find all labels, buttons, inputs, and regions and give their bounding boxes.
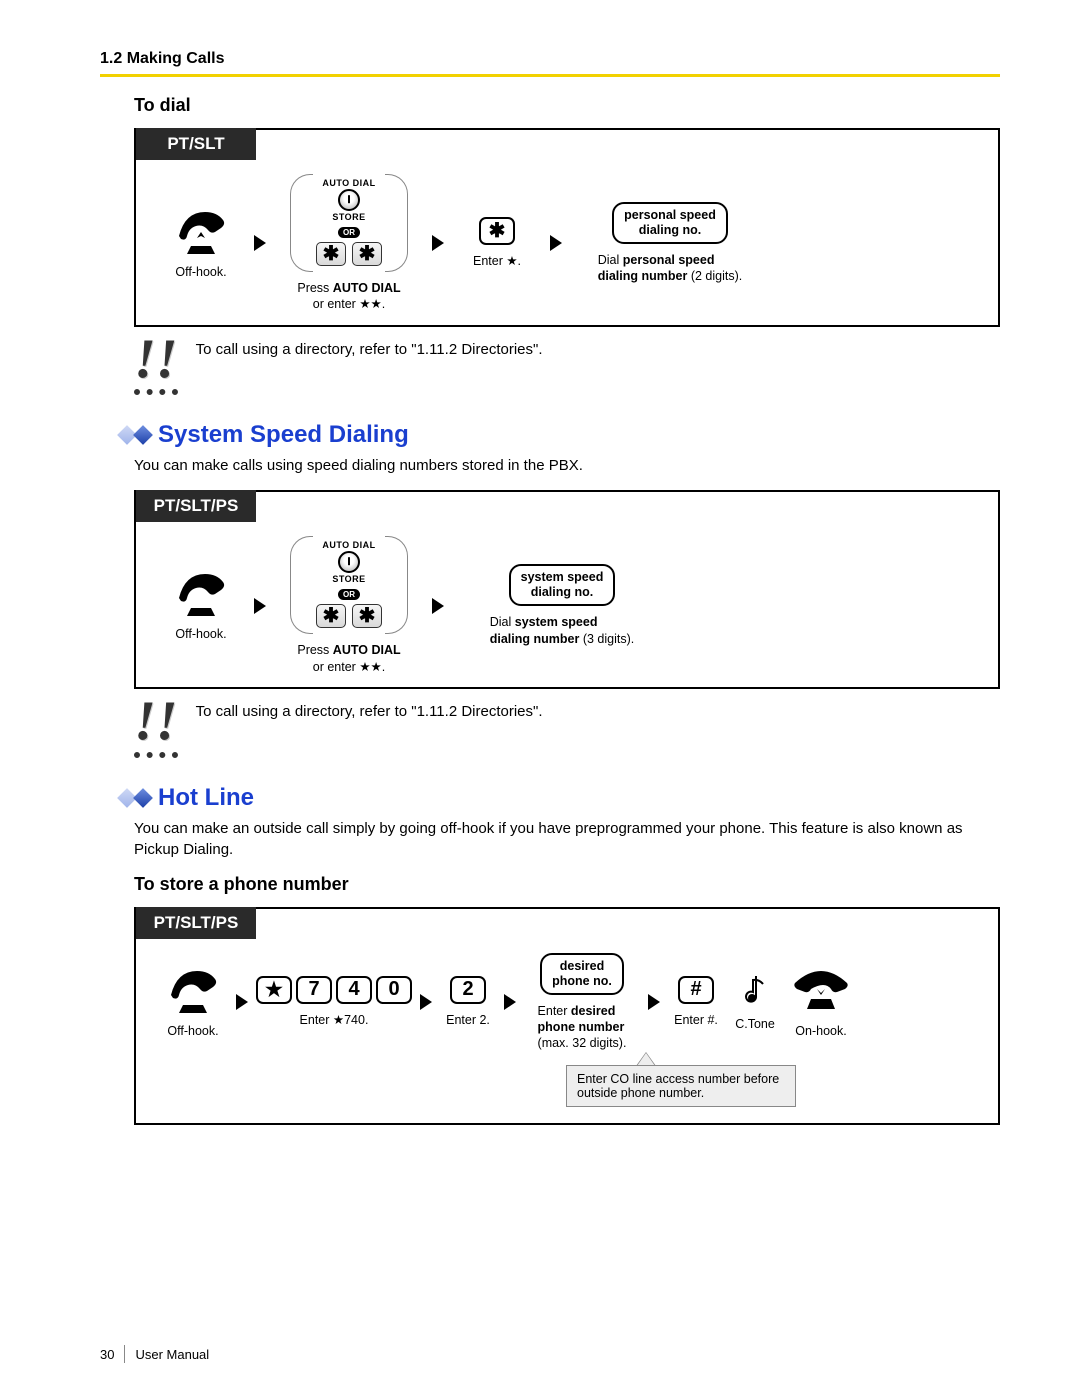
callout-box: Enter CO line access number before outsi… — [566, 1065, 796, 1107]
enter-desired-caption: Enter desired phone number (max. 32 digi… — [538, 1003, 627, 1052]
exclaim-icon: !! — [134, 337, 178, 396]
key-star: ★ — [256, 976, 292, 1004]
dial-caption: Dial system speed dialing number (3 digi… — [490, 614, 634, 647]
arrow-icon — [550, 235, 562, 251]
offhook-icon — [169, 568, 233, 618]
arrow-icon — [432, 235, 444, 251]
key-hash: # — [678, 976, 714, 1004]
offhook-caption: Off-hook. — [167, 1023, 218, 1039]
offhook-caption: Off-hook. — [175, 264, 226, 280]
to-dial-heading: To dial — [134, 95, 1000, 116]
star-key-icon: ✱ — [352, 604, 382, 628]
divider — [100, 74, 1000, 77]
autodial-group: AUTO DIAL STORE OR ✱ ✱ — [290, 174, 408, 272]
or-pill: OR — [338, 589, 360, 600]
key-0: 0 — [376, 976, 412, 1004]
onhook-icon — [789, 965, 853, 1015]
autodial-button-icon — [338, 189, 360, 211]
star-key-icon: ✱ — [316, 242, 346, 266]
panel-tab: PT/SLT/PS — [136, 907, 256, 939]
diamond-icon — [120, 791, 150, 805]
enter-hash-caption: Enter #. — [674, 1012, 718, 1028]
page-number: 30 — [100, 1347, 114, 1362]
offhook-icon — [169, 206, 233, 256]
dial-info-box: system speeddialing no. — [509, 564, 616, 606]
key-4: 4 — [336, 976, 372, 1004]
footer: 30 User Manual — [100, 1345, 209, 1363]
autodial-caption: Press AUTO DIAL or enter ★★. — [297, 280, 400, 313]
onhook-caption: On-hook. — [795, 1023, 846, 1039]
offhook-caption: Off-hook. — [175, 626, 226, 642]
offhook-icon — [161, 965, 225, 1015]
arrow-icon — [504, 994, 516, 1010]
autodial-button-icon — [338, 551, 360, 573]
arrow-icon — [648, 994, 660, 1010]
enter-740-caption: Enter ★740. — [300, 1012, 369, 1028]
section-title: Hot Line — [158, 784, 254, 812]
star-key-icon: ✱ — [352, 242, 382, 266]
ctone-icon — [742, 972, 768, 1008]
section-desc: You can make calls using speed dialing n… — [134, 455, 1000, 476]
enter-2-caption: Enter 2. — [446, 1012, 490, 1028]
dial-caption: Dial personal speed dialing number (2 di… — [598, 252, 742, 285]
star-key-icon: ✱ — [479, 217, 515, 245]
callout-pointer — [636, 1052, 656, 1066]
key-7: 7 — [296, 976, 332, 1004]
enter-star-caption: Enter ★. — [473, 253, 521, 269]
breadcrumb: 1.2 Making Calls — [100, 50, 1000, 68]
arrow-icon — [254, 598, 266, 614]
note-text: To call using a directory, refer to "1.1… — [196, 337, 543, 358]
dial-info-box: personal speeddialing no. — [612, 202, 728, 244]
autodial-group: AUTO DIAL STORE OR ✱ ✱ — [290, 536, 408, 634]
arrow-icon — [254, 235, 266, 251]
autodial-caption: Press AUTO DIAL or enter ★★. — [297, 642, 400, 675]
panel-tab: PT/SLT — [136, 128, 256, 160]
hotline-subhead: To store a phone number — [134, 874, 1000, 895]
exclaim-icon: !! — [134, 699, 178, 758]
section-desc: You can make an outside call simply by g… — [134, 818, 1000, 860]
section-title: System Speed Dialing — [158, 421, 409, 449]
or-pill: OR — [338, 227, 360, 238]
arrow-icon — [420, 994, 432, 1010]
diamond-icon — [120, 428, 150, 442]
sys-speed-panel: PT/SLT/PS Off-hook. AUTO DIAL ST — [134, 490, 1000, 689]
desired-info-box: desiredphone no. — [540, 953, 624, 995]
page: 1.2 Making Calls To dial PT/SLT Off-hook… — [0, 0, 1080, 1397]
arrow-icon — [236, 994, 248, 1010]
arrow-icon — [432, 598, 444, 614]
footer-label: User Manual — [135, 1347, 209, 1362]
ctone-label: C.Tone — [735, 1016, 775, 1032]
to-dial-panel: PT/SLT Off-hook. AUTO DIAL — [134, 128, 1000, 327]
star-key-icon: ✱ — [316, 604, 346, 628]
key-2: 2 — [450, 976, 486, 1004]
hotline-panel: PT/SLT/PS Off-hook. ★ 7 4 — [134, 907, 1000, 1126]
note-text: To call using a directory, refer to "1.1… — [196, 699, 543, 720]
panel-tab: PT/SLT/PS — [136, 490, 256, 522]
